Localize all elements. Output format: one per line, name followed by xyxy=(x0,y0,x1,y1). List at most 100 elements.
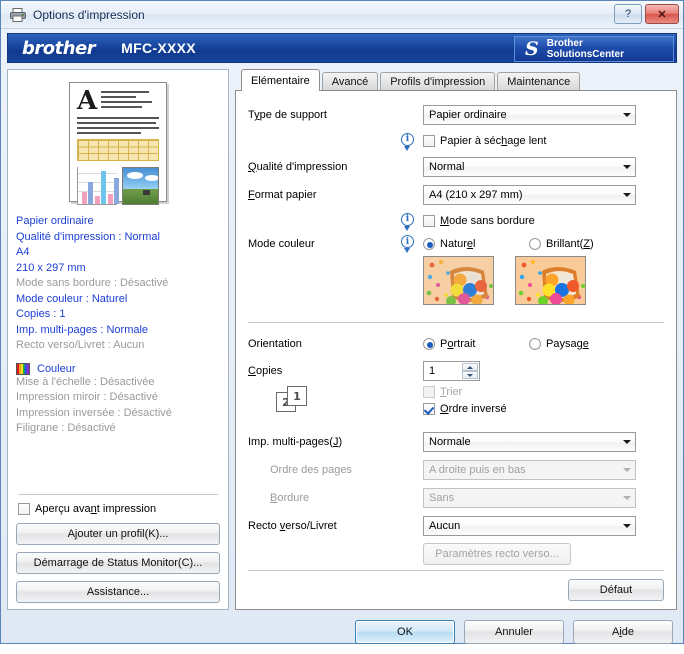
preview-text-lines-top xyxy=(101,89,159,111)
title-bar: Options d'impression ? ✕ xyxy=(1,1,683,29)
orientation-label: Orientation xyxy=(248,338,302,350)
dialog-content: A Papier ordinaire Qualité d'impression … xyxy=(1,63,683,610)
tab-maintenance[interactable]: Maintenance xyxy=(497,72,581,91)
border-select[interactable]: Sans xyxy=(423,488,636,508)
preview-bar-chart xyxy=(77,167,119,205)
document-preview: A xyxy=(16,82,220,205)
page-icon-front: 1 xyxy=(287,386,307,406)
print-quality-select[interactable]: Normal xyxy=(423,157,636,177)
summary-panel: A Papier ordinaire Qualité d'impression … xyxy=(7,69,229,610)
collate-checkbox[interactable] xyxy=(423,386,435,398)
tab-elementaire[interactable]: Elémentaire xyxy=(241,69,320,91)
summary-item: 210 x 297 mm xyxy=(16,261,86,274)
cancel-button[interactable]: Annuler xyxy=(464,620,564,644)
tab-bar: Elémentaire Avancé Profils d'impression … xyxy=(235,69,677,91)
info-icon[interactable]: i xyxy=(401,235,417,253)
chevron-down-icon xyxy=(618,461,635,479)
chevron-down-icon xyxy=(618,158,635,176)
page-order-select[interactable]: A droite puis en bas xyxy=(423,460,636,480)
section-divider xyxy=(248,322,664,323)
border-row: Bordure Sans xyxy=(248,486,664,510)
ok-button[interactable]: OK xyxy=(355,620,455,644)
close-button[interactable]: ✕ xyxy=(645,4,679,24)
print-quality-row: Qualité d'impression Normal xyxy=(248,155,664,179)
color-mode-vivid-radio[interactable] xyxy=(529,237,541,250)
summary-item: Mise à l'échelle : Désactivée xyxy=(16,375,155,388)
brother-logo: brother xyxy=(22,37,96,59)
border-label: Bordure xyxy=(270,492,310,504)
printer-icon xyxy=(9,7,27,23)
dialog-footer: OK Annuler Ai de xyxy=(1,610,683,654)
tab-panel-elementaire: Type de support Papier ordinaire i Papie… xyxy=(235,90,677,610)
print-quality-label: Qualité d'impression xyxy=(248,161,348,173)
summary-item: Filigrane : Désactivé xyxy=(16,422,116,434)
page-order-row: Ordre des pages A droite puis en bas xyxy=(248,458,664,482)
summary-item: Impression miroir : Désactivé xyxy=(16,391,158,403)
chevron-down-icon xyxy=(618,517,635,535)
summary-item: Recto verso/Livret : Aucun xyxy=(16,339,145,351)
orientation-landscape-radio[interactable] xyxy=(529,338,541,350)
media-type-label: Type de support xyxy=(248,109,327,121)
help-dialog-button[interactable]: Ai de xyxy=(573,620,673,644)
multipage-row: Imp. multi-pages(J) Normale xyxy=(248,430,664,454)
print-preview-checkbox[interactable] xyxy=(18,503,30,515)
default-button[interactable]: Défaut xyxy=(568,579,664,601)
media-type-value: Papier ordinaire xyxy=(429,109,507,121)
summary-item: Papier ordinaire xyxy=(16,215,94,227)
preview-page: A xyxy=(69,82,167,205)
orientation-portrait-label: Portrait xyxy=(440,338,476,350)
multipage-value: Normale xyxy=(429,436,471,448)
copies-increment-button[interactable] xyxy=(462,363,478,371)
orientation-landscape-label: Paysage xyxy=(546,338,589,350)
multipage-label: Imp. multi-pages(J) xyxy=(248,436,343,448)
print-preview-label: Aperçu avant impression xyxy=(35,503,157,515)
preview-letter-a: A xyxy=(77,86,98,116)
chevron-down-icon xyxy=(618,433,635,451)
copies-stepper[interactable]: 1 xyxy=(423,361,480,381)
brother-solutions-center-link[interactable]: S Brother SolutionsCenter xyxy=(514,36,674,62)
summary-item: Impression inversée : Désactivé xyxy=(16,406,172,419)
print-quality-value: Normal xyxy=(429,161,465,173)
chevron-down-icon xyxy=(618,186,635,204)
paper-size-row: Format papier A4 (210 x 297 mm) xyxy=(248,183,664,207)
preview-text-lines-body xyxy=(77,115,159,134)
slow-dry-row: i Papier à séchage lent xyxy=(248,131,664,151)
color-mode-natural-radio[interactable] xyxy=(423,237,435,250)
orientation-portrait-radio[interactable] xyxy=(423,338,435,350)
color-summary-row: Couleur xyxy=(16,362,220,375)
borderless-checkbox[interactable] xyxy=(423,215,435,227)
solutions-center-line1: Brother xyxy=(546,38,583,49)
paper-size-select[interactable]: A4 (210 x 297 mm) xyxy=(423,185,636,205)
solutions-center-label: Brother SolutionsCenter xyxy=(547,38,624,60)
print-preview-checkbox-row[interactable]: Aperçu avant impression xyxy=(18,503,220,515)
solutions-center-line2: SolutionsCenter xyxy=(546,49,624,60)
help-button[interactable]: ? xyxy=(614,4,642,24)
tab-profils-impression[interactable]: Profils d'impression xyxy=(380,72,496,91)
multipage-pages-icon: 2 1 xyxy=(276,386,310,412)
collate-reverse-row: 2 1 Trier Ordre inversé xyxy=(248,386,664,426)
duplex-row: Recto verso/Livret Aucun xyxy=(248,514,664,538)
orientation-row: Orientation Portrait Paysage xyxy=(248,332,664,356)
settings-summary-list: Papier ordinaire Qualité d'impression : … xyxy=(16,214,220,354)
summary-item: Copies : 1 xyxy=(16,308,66,320)
reverse-order-checkbox[interactable] xyxy=(423,403,435,415)
multipage-select[interactable]: Normale xyxy=(423,432,636,452)
status-monitor-button[interactable]: Démarrage de Status Monitor(C)... xyxy=(16,552,220,574)
media-type-select[interactable]: Papier ordinaire xyxy=(423,105,636,125)
color-palette-icon xyxy=(16,362,30,375)
info-icon[interactable]: i xyxy=(401,132,417,151)
duplex-select[interactable]: Aucun xyxy=(423,516,636,536)
copies-decrement-button[interactable] xyxy=(462,371,478,379)
copies-value[interactable]: 1 xyxy=(424,365,435,377)
summary-item: Mode sans bordure : Désactivé xyxy=(16,277,169,289)
add-profile-button[interactable]: Ajouter un profil(K)... xyxy=(16,523,220,545)
paper-size-label: Format papier xyxy=(248,189,317,201)
slow-dry-checkbox[interactable] xyxy=(423,135,435,147)
info-icon[interactable]: i xyxy=(401,212,417,231)
duplex-label: Recto verso/Livret xyxy=(248,520,337,532)
support-button[interactable]: Assistance... xyxy=(16,581,220,603)
tab-avance[interactable]: Avancé xyxy=(321,72,379,91)
settings-summary-list-2: Mise à l'échelle : Désactivée Impression… xyxy=(16,375,220,437)
media-type-row: Type de support Papier ordinaire xyxy=(248,103,664,127)
duplex-settings-button[interactable]: Paramètres recto verso... xyxy=(423,543,571,565)
